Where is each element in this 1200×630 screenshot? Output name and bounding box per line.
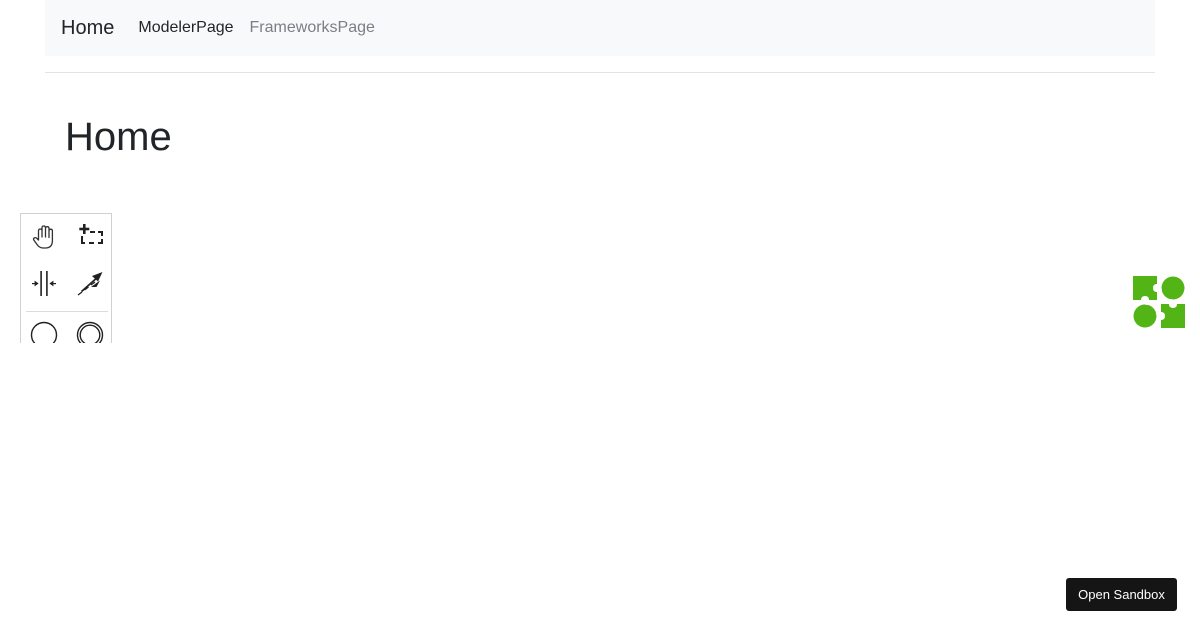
space-icon xyxy=(32,271,56,296)
header-divider xyxy=(45,72,1155,73)
create-intermediate-event-button[interactable] xyxy=(72,316,108,343)
intermediate-event-icon xyxy=(76,321,104,343)
lasso-tool-button[interactable] xyxy=(72,219,108,255)
tool-palette xyxy=(20,213,112,343)
start-event-icon xyxy=(30,321,58,343)
open-sandbox-button[interactable]: Open Sandbox xyxy=(1066,578,1177,611)
bpmn-io-logo-svg xyxy=(1133,276,1185,328)
global-connect-tool-button[interactable] xyxy=(72,265,108,301)
hand-icon xyxy=(32,225,54,249)
lasso-icon xyxy=(79,224,103,244)
page-title: Home xyxy=(65,115,172,159)
navbar-brand-home[interactable]: Home xyxy=(61,17,114,40)
create-start-event-button[interactable] xyxy=(26,316,62,343)
connect-icon xyxy=(77,272,103,296)
space-tool-button[interactable] xyxy=(26,265,62,301)
palette-separator xyxy=(26,311,108,312)
navbar: Home ModelerPage FrameworksPage xyxy=(45,0,1155,56)
hand-tool-button[interactable] xyxy=(26,219,62,255)
nav-link-modeler-page[interactable]: ModelerPage xyxy=(138,19,233,37)
nav-link-frameworks-page[interactable]: FrameworksPage xyxy=(250,19,375,37)
bpmn-io-logo-icon[interactable] xyxy=(1133,276,1185,328)
